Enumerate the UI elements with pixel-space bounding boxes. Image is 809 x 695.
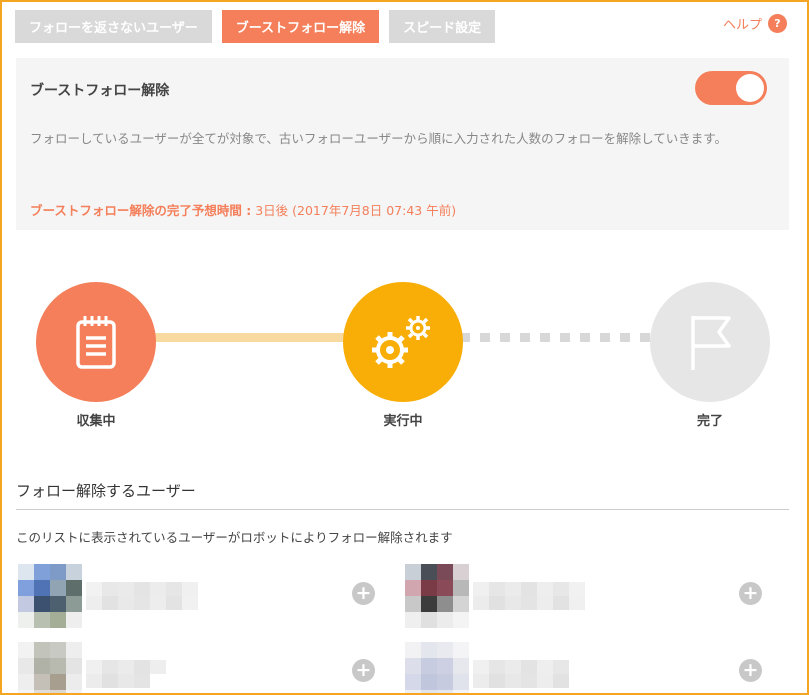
avatar[interactable] [405,564,469,628]
username-redacted [86,660,198,688]
boost-unfollow-toggle[interactable] [695,71,767,105]
step-connector-pending [460,333,656,342]
toggle-knob [736,74,764,102]
help-label: ヘルプ [722,18,762,33]
divider [16,509,789,510]
avatar[interactable] [18,642,82,693]
step-collecting-label: 収集中 [76,414,116,429]
flag-icon [691,316,731,370]
tab-boost-unfollow[interactable]: ブーストフォロー解除 [221,10,380,43]
step-complete-label: 完了 [696,414,723,429]
tab-bar: フォローを返さないユーザー ブーストフォロー解除 スピード設定 [15,10,496,43]
list-item: + [405,564,785,632]
eta-label: ブーストフォロー解除の完了予想時間 : [30,203,252,218]
list-item: + [18,564,398,632]
avatar[interactable] [405,642,469,693]
gears-icon [372,316,430,368]
username-redacted [86,582,198,610]
step-collecting [36,282,156,402]
step-running [343,282,463,402]
step-connector-complete [152,333,347,342]
panel-description: フォローしているユーザーが全てが対象で、古いフォローユーザーから順に入力された人… [30,131,728,146]
panel-title: ブーストフォロー解除 [30,83,170,99]
username-redacted [473,582,585,610]
list-item: + [405,642,785,693]
boost-unfollow-panel: ブーストフォロー解除 フォローしているユーザーが全てが対象で、古いフォローユーザ… [16,58,789,230]
progress-steps: 収集中 実行中 完了 [2,272,807,442]
question-icon: ? [768,14,787,33]
plus-circle-icon[interactable]: + [739,659,762,682]
tab-speed-settings[interactable]: スピード設定 [389,10,496,43]
notepad-icon [76,316,116,369]
username-redacted [473,660,585,688]
list-item: + [18,642,398,693]
tab-non-followback-users[interactable]: フォローを返さないユーザー [15,10,212,43]
help-link[interactable]: ヘルプ ? [723,14,787,33]
step-complete [650,282,770,402]
eta-value: 3日後 (2017年7月8日 07:43 午前) [251,203,457,218]
unfollow-users-title: フォロー解除するユーザー [16,482,196,500]
plus-circle-icon[interactable]: + [352,659,375,682]
avatar[interactable] [18,564,82,628]
step-running-label: 実行中 [383,414,423,429]
plus-circle-icon[interactable]: + [352,582,375,605]
eta-line: ブーストフォロー解除の完了予想時間 : 3日後 (2017年7月8日 07:43… [30,200,456,219]
app-frame: フォローを返さないユーザー ブーストフォロー解除 スピード設定 ヘルプ ? ブー… [0,0,809,695]
unfollow-users-note: このリストに表示されているユーザーがロボットによりフォロー解除されます [16,530,453,545]
plus-circle-icon[interactable]: + [739,582,762,605]
